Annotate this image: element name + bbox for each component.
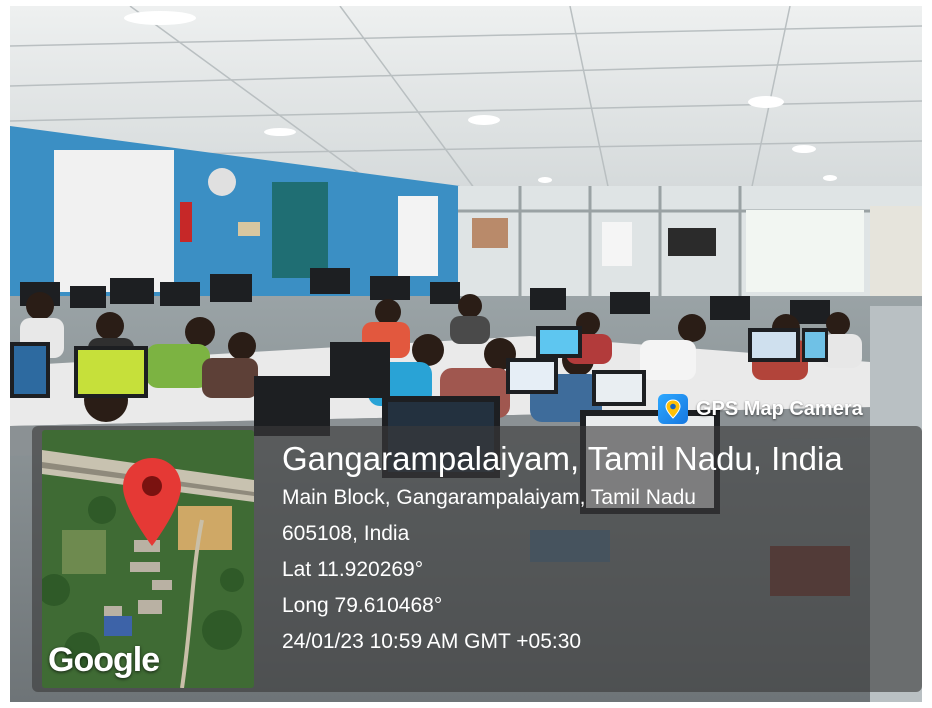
location-details: Gangarampalaiyam, Tamil Nadu, India Main… — [282, 438, 843, 660]
gps-map-camera-label: GPS Map Camera — [696, 397, 863, 420]
timestamp-text: 24/01/23 10:59 AM GMT +05:30 — [282, 630, 582, 653]
google-watermark: Google — [48, 641, 160, 679]
satellite-map-thumbnail: Google — [42, 430, 254, 688]
gps-map-camera-icon — [658, 394, 688, 424]
latitude-text: Lat 11.920269° — [282, 558, 424, 581]
photo-frame: GPS Map Camera Google Gangarampalaiyam, … — [10, 6, 922, 702]
location-title: Gangarampalaiyam, Tamil Nadu, India — [282, 440, 843, 477]
address-line-2: 605108, India — [282, 522, 410, 545]
location-overlay-panel: Google Gangarampalaiyam, Tamil Nadu, Ind… — [32, 426, 922, 692]
address-line-1: Main Block, Gangarampalaiyam, Tamil Nadu — [282, 486, 696, 509]
map-marker-icon — [123, 458, 181, 546]
longitude-text: Long 79.610468° — [282, 594, 443, 617]
